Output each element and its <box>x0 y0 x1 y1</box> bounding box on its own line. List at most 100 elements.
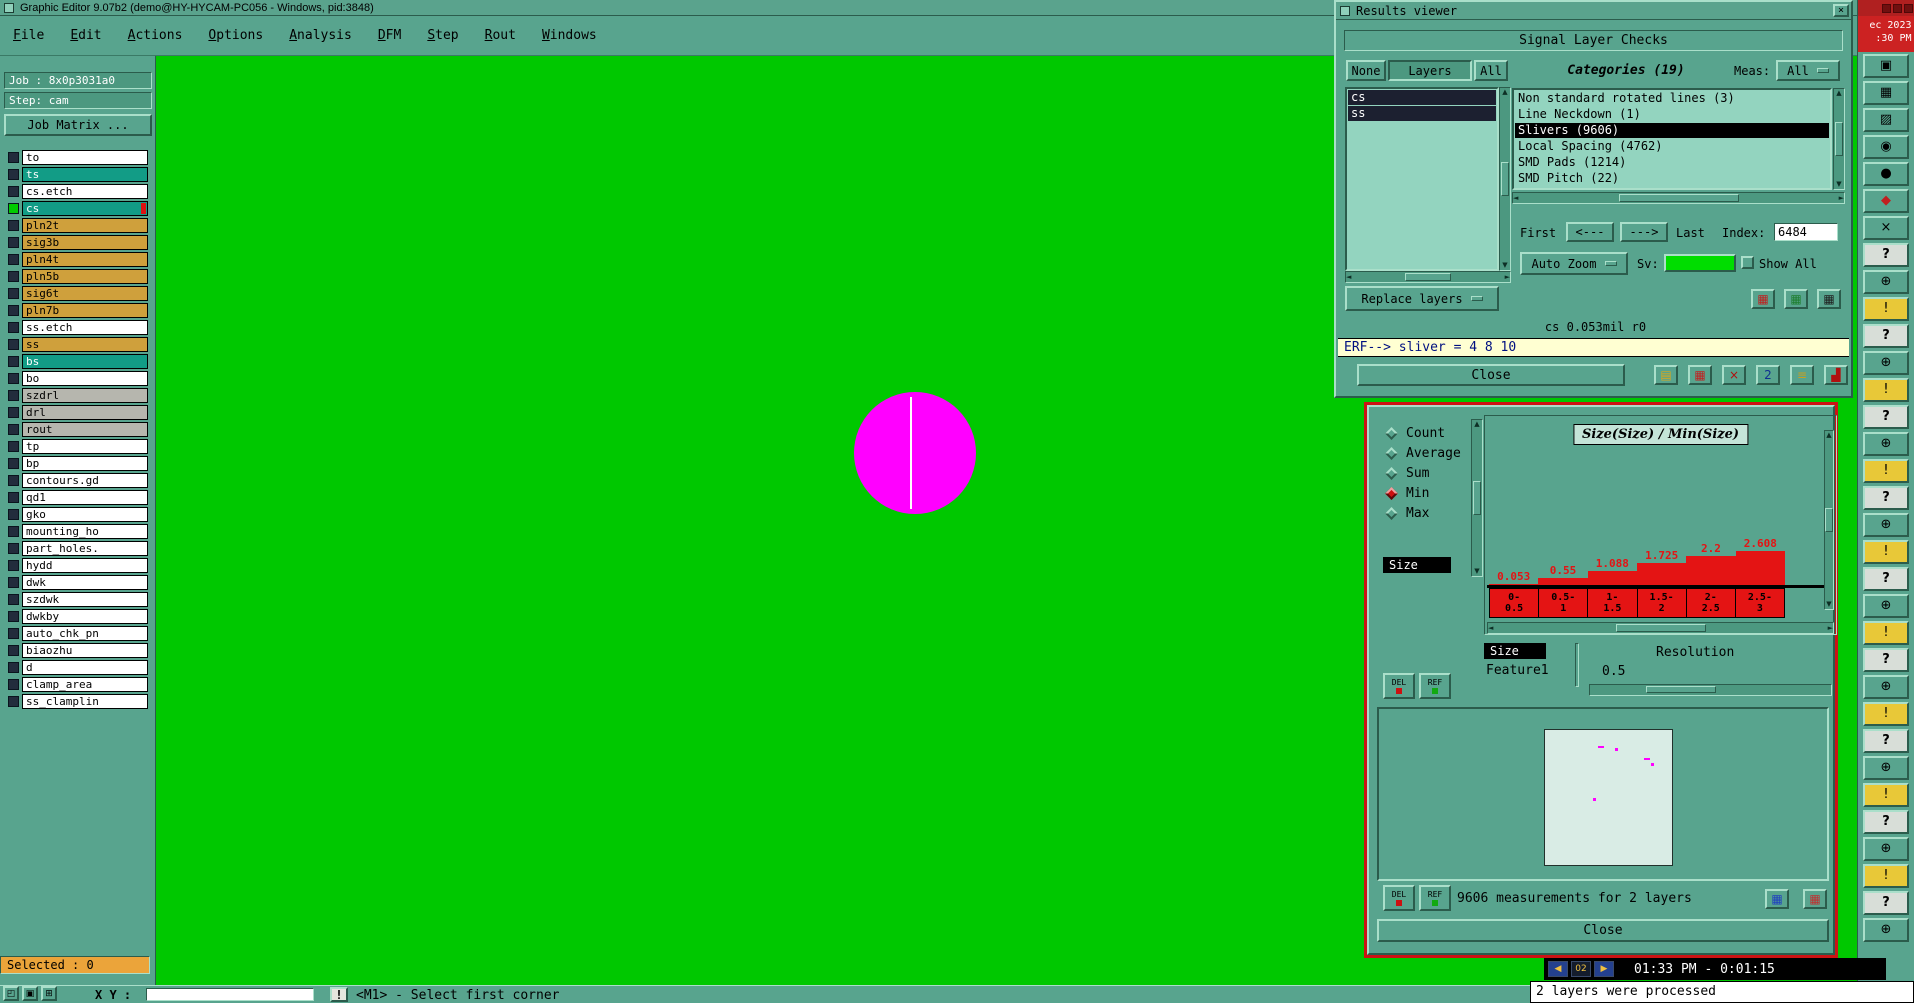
index-input[interactable] <box>1774 223 1838 241</box>
layer-visibility-toggle[interactable] <box>8 407 19 418</box>
layer-row[interactable]: hydd <box>8 558 148 573</box>
layer-visibility-toggle[interactable] <box>8 526 19 537</box>
notes-icon[interactable]: ≡ <box>1790 365 1814 385</box>
menu-item[interactable]: Windows <box>529 16 610 55</box>
resize-grip-icon[interactable]: ◰ <box>3 986 19 1001</box>
close-icon[interactable]: × <box>1863 216 1909 240</box>
scroll-up-icon[interactable]: ▲ <box>1836 89 1841 98</box>
layer-visibility-toggle[interactable] <box>8 594 19 605</box>
del-button[interactable]: DEL <box>1383 673 1415 699</box>
layer-name[interactable]: to <box>22 150 148 165</box>
layer-name[interactable]: clamp_area <box>22 677 148 692</box>
layer-name[interactable]: bo <box>22 371 148 386</box>
results-layer-item[interactable]: cs <box>1348 90 1496 105</box>
layer-visibility-toggle[interactable] <box>8 237 19 248</box>
zoom-in-button[interactable]: ⊕ <box>1863 432 1909 456</box>
layer-row[interactable]: clamp_area <box>8 677 148 692</box>
menu-item[interactable]: Rout <box>472 16 529 55</box>
stat-option[interactable]: Average <box>1385 443 1461 463</box>
layer-name[interactable]: auto_chk_pn <box>22 626 148 641</box>
layer-name[interactable]: tp <box>22 439 148 454</box>
help-button[interactable]: ? <box>1863 567 1909 591</box>
scroll-left-icon[interactable]: ◄ <box>1346 273 1351 282</box>
layer-name[interactable]: pln7b <box>22 303 148 318</box>
layer-visibility-toggle[interactable] <box>8 254 19 265</box>
layer-row[interactable]: pln7b <box>8 303 148 318</box>
undo-marks-icon[interactable]: ▦ <box>1817 289 1841 309</box>
replace-layers-dropdown[interactable]: Replace layers <box>1345 286 1499 311</box>
alert-button[interactable]: ! <box>1863 864 1909 888</box>
grid-toggle-icon[interactable]: ⊞ <box>41 986 57 1001</box>
menu-item[interactable]: Edit <box>57 16 114 55</box>
scroll-thumb[interactable] <box>1473 481 1481 515</box>
stat-option[interactable]: Max <box>1385 503 1461 523</box>
close-icon[interactable] <box>1903 3 1913 13</box>
scroll-down-icon[interactable]: ▼ <box>1474 567 1479 576</box>
layer-list-vscrollbar[interactable]: ▲ ▼ <box>1499 87 1511 271</box>
dot-icon[interactable]: ● <box>1863 162 1909 186</box>
zoom-in-button[interactable]: ⊕ <box>1863 837 1909 861</box>
layer-visibility-toggle[interactable] <box>8 577 19 588</box>
layer-row[interactable]: cs <box>8 201 148 216</box>
layer-row[interactable]: biaozhu <box>8 643 148 658</box>
ref-button[interactable]: REF <box>1419 885 1451 911</box>
filter-none-button[interactable]: None <box>1346 60 1386 81</box>
grid-icon[interactable]: ▦ <box>1863 81 1909 105</box>
scroll-down-icon[interactable]: ▼ <box>1836 180 1841 189</box>
zoom-in-button[interactable]: ⊕ <box>1863 918 1909 942</box>
menu-item[interactable]: DFM <box>365 16 414 55</box>
layer-row[interactable]: bo <box>8 371 148 386</box>
category-item[interactable]: SMD Pitch (22) <box>1515 171 1829 186</box>
scroll-thumb[interactable] <box>1825 508 1833 532</box>
category-item[interactable]: SMD Pads (1214) <box>1515 155 1829 170</box>
scroll-up-icon[interactable]: ▲ <box>1474 420 1479 429</box>
results-layer-item[interactable]: ss <box>1348 106 1496 121</box>
ref-button[interactable]: REF <box>1419 673 1451 699</box>
job-matrix-button[interactable]: Job Matrix ... <box>4 114 152 136</box>
layer-visibility-toggle[interactable] <box>8 475 19 486</box>
layer-row[interactable]: dwkby <box>8 609 148 624</box>
layer-name[interactable]: dwkby <box>22 609 148 624</box>
zoom-in-button[interactable]: ⊕ <box>1863 675 1909 699</box>
layer-row[interactable]: to <box>8 150 148 165</box>
stats-vscrollbar[interactable]: ▲ ▼ <box>1471 419 1483 577</box>
layer-row[interactable]: drl <box>8 405 148 420</box>
counter-icon[interactable]: 02 <box>1571 961 1591 977</box>
meas-dropdown[interactable]: All <box>1776 60 1840 81</box>
scroll-left-icon[interactable]: ◄ <box>1488 624 1493 633</box>
layer-name[interactable]: mounting_ho <box>22 524 148 539</box>
scroll-thumb[interactable] <box>1615 624 1706 632</box>
scroll-right-icon[interactable]: ► <box>1839 194 1844 203</box>
layer-visibility-toggle[interactable] <box>8 628 19 639</box>
layer-name[interactable]: sig6t <box>22 286 148 301</box>
scroll-down-icon[interactable]: ▼ <box>1502 261 1507 270</box>
layer-visibility-toggle[interactable] <box>8 322 19 333</box>
layer-row[interactable]: cs.etch <box>8 184 148 199</box>
layer-name[interactable]: rout <box>22 422 148 437</box>
category-item[interactable]: Non standard rotated lines (3) <box>1515 91 1829 106</box>
zoom-in-button[interactable]: ⊕ <box>1863 594 1909 618</box>
layer-report-icon[interactable]: ▤ <box>1654 365 1678 385</box>
zoom-in-button[interactable]: ⊕ <box>1863 756 1909 780</box>
menu-item[interactable]: Actions <box>115 16 196 55</box>
layer-name[interactable]: pln2t <box>22 218 148 233</box>
menu-item[interactable]: File <box>0 16 57 55</box>
overview-pane[interactable] <box>1377 707 1829 881</box>
layer-row[interactable]: szdwk <box>8 592 148 607</box>
layer-name[interactable]: contours.gd <box>22 473 148 488</box>
next-result-button[interactable]: ---> <box>1620 222 1668 242</box>
layer-visibility-toggle[interactable] <box>8 203 19 214</box>
delete-marks-icon[interactable]: ▦ <box>1751 289 1775 309</box>
menu-item[interactable]: Analysis <box>276 16 365 55</box>
results-close-button[interactable]: Close <box>1357 364 1625 386</box>
layer-row[interactable]: mounting_ho <box>8 524 148 539</box>
slider-thumb[interactable] <box>1646 686 1716 693</box>
overlay-red-icon[interactable]: ▦ <box>1803 889 1827 909</box>
scroll-up-icon[interactable]: ▲ <box>1826 431 1831 440</box>
layer-visibility-toggle[interactable] <box>8 220 19 231</box>
layer-visibility-toggle[interactable] <box>8 662 19 673</box>
scroll-thumb[interactable] <box>1405 273 1451 281</box>
measurements-close-button[interactable]: Close <box>1377 919 1829 942</box>
two-windows-icon[interactable]: 2 <box>1756 365 1780 385</box>
layer-visibility-toggle[interactable] <box>8 152 19 163</box>
